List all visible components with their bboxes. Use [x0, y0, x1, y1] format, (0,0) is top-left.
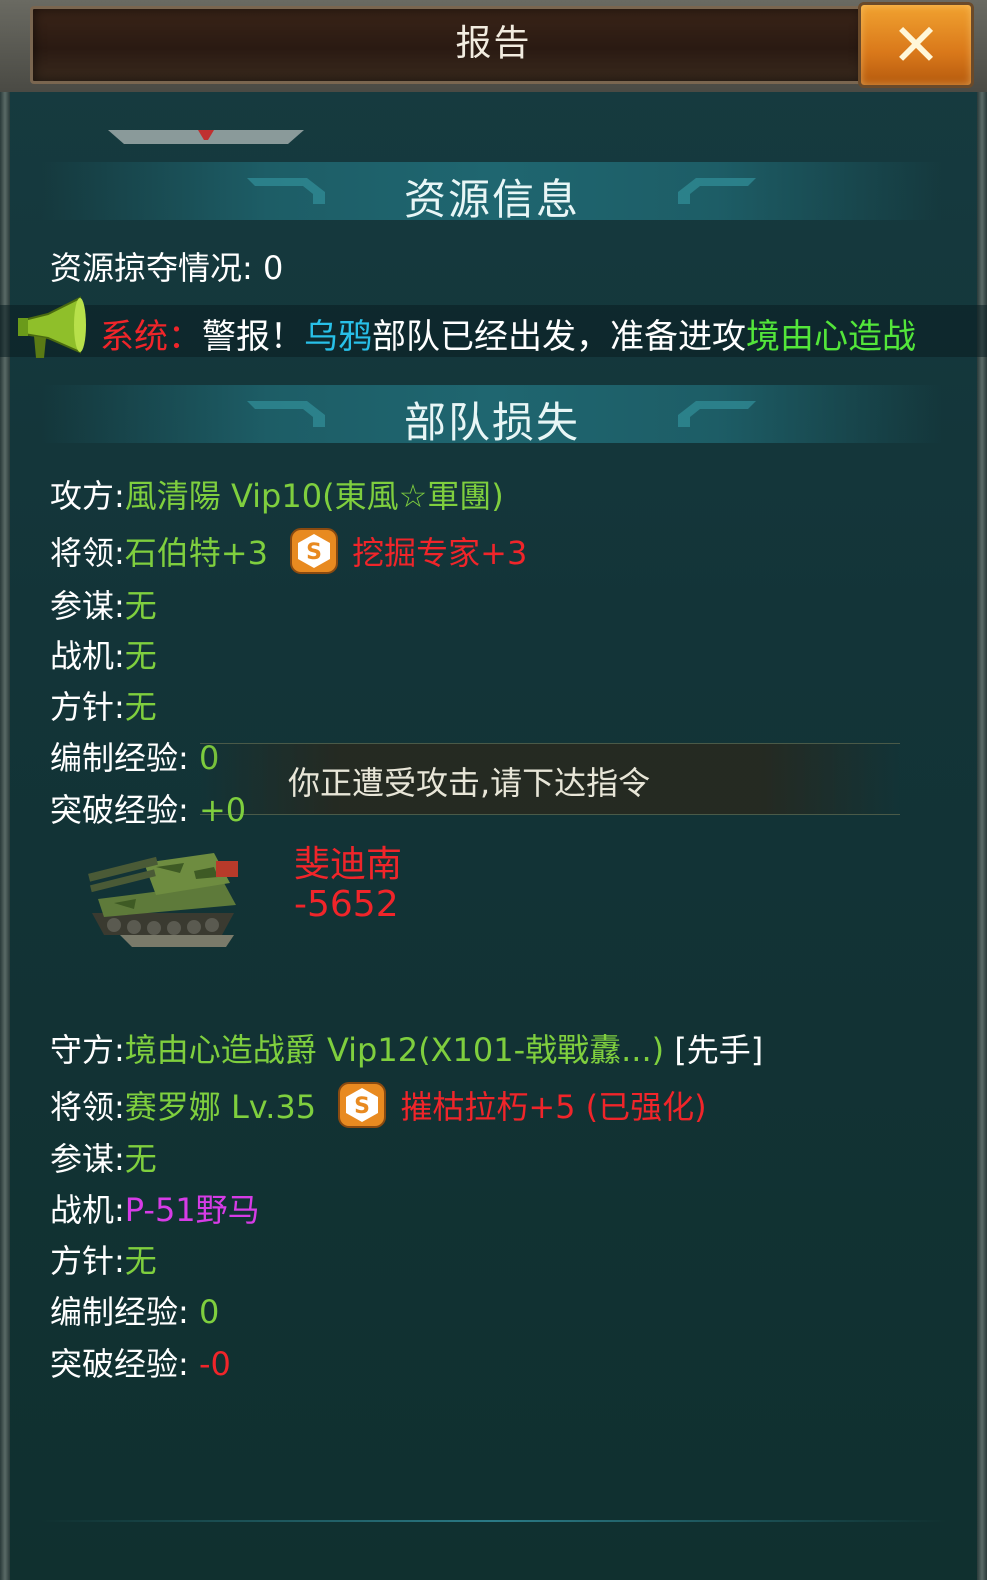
attacker-general-label: 将领:: [50, 534, 125, 572]
svg-text:S: S: [354, 1094, 370, 1119]
unit-name: 斐迪南: [294, 844, 403, 885]
attacker-strategy-row: 方针:无: [50, 687, 157, 727]
defender-break-row: 突破经验: -0: [50, 1344, 231, 1384]
defender-general-row: 将领:赛罗娜 Lv.35 S 摧枯拉朽+5 (已强化): [50, 1082, 707, 1132]
plunder-row: 资源掠夺情况: 0: [50, 248, 283, 288]
loss-section-title: 部队损失: [403, 398, 580, 447]
attacker-guild[interactable]: (東風☆軍團): [322, 477, 504, 515]
rank-wing-icon: [108, 130, 304, 144]
toast-text: 你正遭受攻击,请下达指令: [288, 764, 651, 802]
unit-loss-value: -5652: [294, 884, 399, 925]
bottom-divider: [40, 1520, 947, 1522]
ticker-message: 系统：警报！乌鸦部队已经出发，准备进攻境由心造战: [100, 309, 916, 358]
attacker-general-row: 将领:石伯特+3 S 挖掘专家+3: [50, 528, 528, 578]
attack-alert-toast[interactable]: 你正遭受攻击,请下达指令: [200, 743, 900, 815]
attacker-strategy: 无: [124, 688, 157, 726]
attacker-skill: 挖掘专家+3: [352, 534, 528, 572]
ticker-prefix: 系统：: [100, 317, 202, 357]
attacker-exp-row: 编制经验: 0: [50, 738, 219, 778]
defender-fighter[interactable]: P-51野马: [125, 1191, 260, 1229]
ticker-target: 境由心造战: [746, 317, 916, 357]
defender-skill: 摧枯拉朽+5 (已强化): [400, 1088, 707, 1126]
attacker-advisor: 无: [124, 587, 157, 625]
attacker-advisor-label: 参谋:: [50, 587, 125, 625]
defender-exp-label: 编制经验:: [50, 1293, 199, 1331]
defender-label: 守方:: [50, 1031, 125, 1069]
defender-strategy-row: 方针:无: [50, 1241, 157, 1281]
attacker-fighter-label: 战机:: [50, 637, 125, 675]
defender-general-label: 将领:: [50, 1088, 125, 1126]
attacker-name[interactable]: 風清陽 Vip10: [125, 477, 322, 515]
system-ticker[interactable]: 系统：警报！乌鸦部队已经出发，准备进攻境由心造战: [0, 305, 987, 357]
ticker-alert: 警报！: [202, 317, 304, 357]
skill-badge-icon: S: [290, 528, 339, 574]
defender-guild[interactable]: (X101-戟戰纛...): [418, 1031, 664, 1069]
attacker-fighter-row: 战机:无: [50, 636, 157, 676]
defender-advisor-label: 参谋:: [50, 1140, 125, 1178]
defender-fighter-row: 战机:P-51野马: [50, 1190, 260, 1230]
report-window: 报告 ✕ 资源信息 资源掠夺情况: 0 系统：警报！乌鸦部队已经出发，准备进攻境…: [0, 0, 987, 1580]
attacker-label: 攻方:: [50, 477, 125, 515]
attacker-exp-label: 编制经验:: [50, 739, 199, 777]
attacker-general[interactable]: 石伯特+3: [125, 534, 268, 572]
defender-first-tag: [先手]: [664, 1031, 764, 1069]
defender-strategy: 无: [124, 1242, 157, 1280]
defender-advisor-row: 参谋:无: [50, 1139, 157, 1179]
attacker-fighter: 无: [124, 637, 157, 675]
resource-section-title: 资源信息: [403, 175, 580, 224]
resource-section-header: 资源信息: [42, 162, 942, 224]
defender-break-label: 突破经验:: [50, 1345, 199, 1383]
megaphone-icon: [18, 296, 86, 358]
close-icon: ✕: [891, 11, 941, 79]
defender-break-exp: -0: [198, 1345, 231, 1383]
ticker-troop: 乌鸦: [304, 317, 372, 357]
tank-icon: [88, 853, 238, 947]
defender-advisor: 无: [124, 1140, 157, 1178]
window-title: 报告: [455, 23, 532, 64]
defender-name[interactable]: 境由心造战爵 Vip12: [125, 1031, 418, 1069]
ticker-mid: 部队已经出发，准备进攻: [372, 317, 746, 357]
defender-general[interactable]: 赛罗娜 Lv.35: [125, 1088, 316, 1126]
defender-fighter-label: 战机:: [50, 1191, 125, 1229]
attacker-break-exp: +0: [198, 791, 247, 829]
skill-badge-icon: S: [338, 1082, 387, 1128]
attacker-strategy-label: 方针:: [50, 688, 125, 726]
attacker-row: 攻方:風清陽 Vip10(東風☆軍團): [50, 476, 504, 516]
svg-text:S: S: [306, 540, 322, 565]
defender-exp: 0: [198, 1293, 220, 1331]
attacker-break-label: 突破经验:: [50, 791, 199, 829]
defender-strategy-label: 方针:: [50, 1242, 125, 1280]
close-button[interactable]: ✕: [858, 2, 974, 88]
plunder-label: 资源掠夺情况:: [50, 249, 263, 287]
defender-row: 守方:境由心造战爵 Vip12(X101-戟戰纛...) [先手]: [50, 1030, 763, 1070]
title-bar: 报告 ✕: [0, 0, 987, 92]
defender-exp-row: 编制经验: 0: [50, 1292, 219, 1332]
attacker-advisor-row: 参谋:无: [50, 586, 157, 626]
loss-section-header: 部队损失: [42, 385, 942, 447]
plunder-value: 0: [262, 249, 284, 287]
attacker-break-row: 突破经验: +0: [50, 790, 246, 830]
